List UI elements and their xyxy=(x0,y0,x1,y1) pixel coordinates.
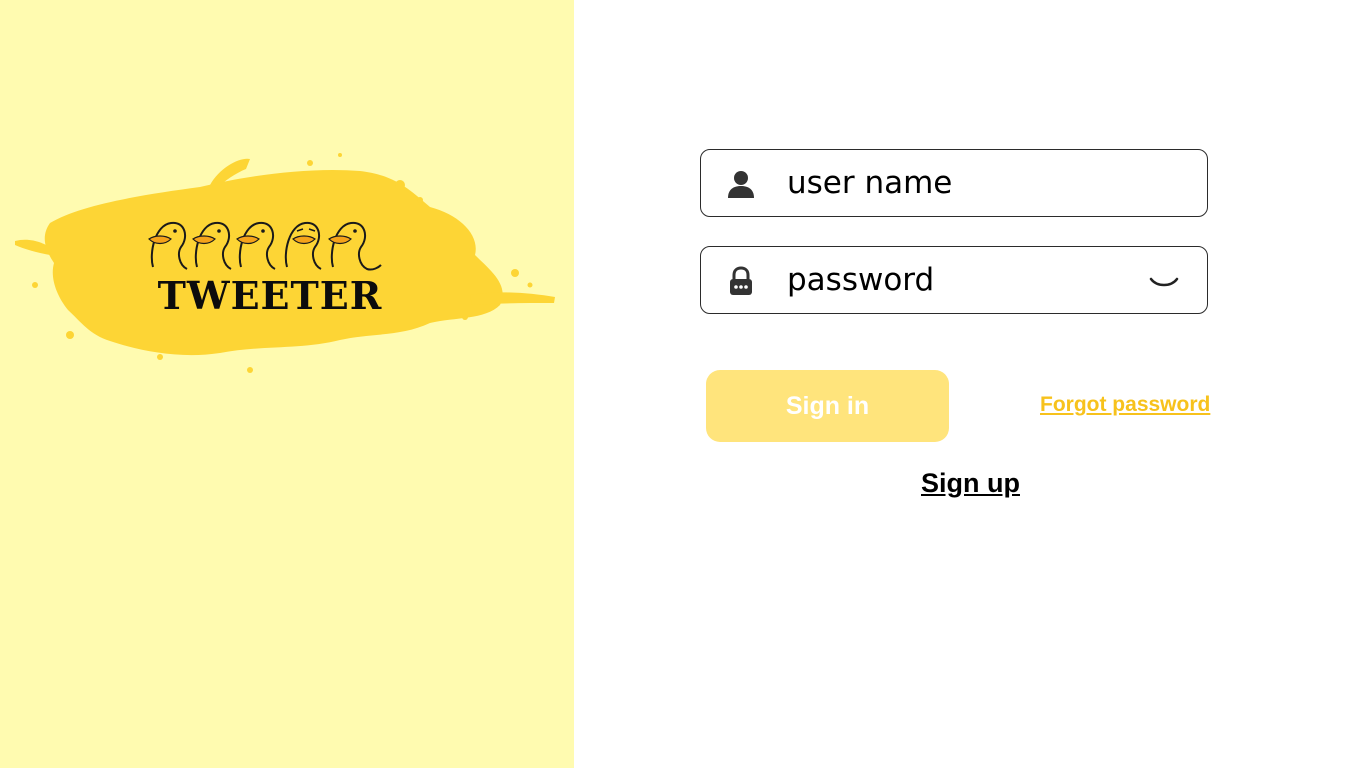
brand-name: TWEETER xyxy=(157,273,383,318)
login-page: TWEETER Sign in Forgot password Sign up xyxy=(0,0,1366,768)
sign-up-link[interactable]: Sign up xyxy=(921,468,1020,499)
password-input[interactable] xyxy=(787,257,1147,303)
password-field[interactable] xyxy=(700,246,1208,314)
lock-icon xyxy=(730,266,752,295)
username-input[interactable] xyxy=(787,160,1147,206)
username-field[interactable] xyxy=(700,149,1208,217)
forgot-password-link[interactable]: Forgot password xyxy=(1040,393,1210,417)
brand-panel: TWEETER xyxy=(0,0,574,768)
user-icon xyxy=(728,171,754,198)
duck-row-logo xyxy=(148,221,382,271)
eye-closed-icon[interactable] xyxy=(1147,269,1181,293)
brand-logo: TWEETER xyxy=(10,145,560,385)
sign-in-button[interactable]: Sign in xyxy=(706,370,949,442)
